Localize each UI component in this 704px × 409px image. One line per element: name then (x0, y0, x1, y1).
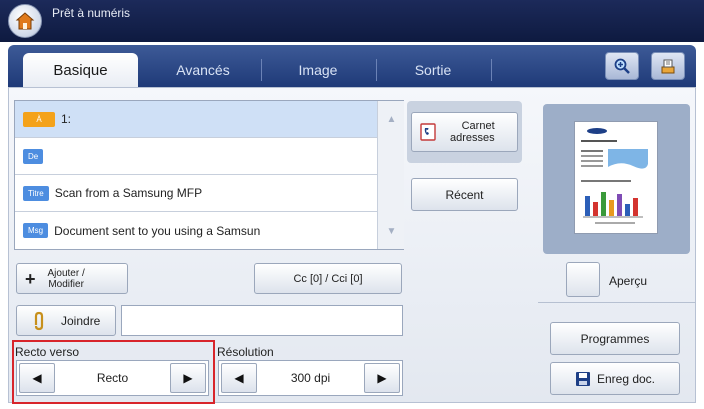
job-status-button[interactable] (651, 52, 685, 80)
plus-icon: + (25, 268, 36, 289)
arrow-left-icon: ◀ (234, 371, 244, 385)
tag-message: Msg (23, 223, 49, 238)
save-document-button[interactable]: Enreg doc. (550, 362, 680, 395)
attach-label: Joindre (61, 313, 101, 328)
recent-button[interactable]: Récent (411, 178, 518, 211)
tab-divider (491, 59, 492, 81)
preview-label: Aperçu (609, 274, 648, 288)
address-row-message[interactable]: Msg Document sent to you using a Samsun (15, 212, 377, 249)
home-button[interactable] (8, 4, 42, 38)
list-scrollbar[interactable]: ▲ ▼ (377, 101, 404, 249)
floppy-disk-icon (575, 371, 590, 386)
add-modify-button[interactable]: + Ajouter / Modifier (16, 263, 128, 294)
resolution-prev-button[interactable]: ◀ (221, 363, 257, 393)
address-book-button[interactable]: Carnet adresses (411, 112, 518, 152)
highlight-frame (12, 340, 215, 404)
tab-sortie[interactable]: Sortie (378, 53, 488, 87)
address-book-label: Carnet adresses (450, 120, 495, 144)
resolution-next-button[interactable]: ▶ (364, 363, 400, 393)
subject-value: Scan from a Samsung MFP (54, 186, 203, 200)
message-value: Document sent to you using a Samsun (54, 223, 261, 238)
cc-bcc-button[interactable]: Cc [0] / Cci [0] (254, 263, 402, 294)
paperclip-icon (34, 311, 44, 330)
programs-button[interactable]: Programmes (550, 322, 680, 355)
magnifier-plus-icon (614, 58, 630, 74)
resolution-spinner: ◀ 300 dpi ▶ (218, 360, 403, 396)
tag-from: De (23, 148, 44, 164)
tab-bar: Basique Avancés Image Sortie (8, 45, 696, 87)
add-modify-label: Ajouter / Modifier (47, 267, 85, 290)
tab-avances[interactable]: Avancés (148, 53, 258, 87)
tag-subject: Titre (23, 185, 49, 201)
attach-button[interactable]: Joindre (16, 305, 116, 336)
address-row-from[interactable]: De (15, 138, 377, 175)
address-row-subject[interactable]: Titre Scan from a Samsung MFP (15, 175, 377, 212)
stack-icon (661, 59, 675, 74)
resolution-label: Résolution (217, 345, 274, 359)
address-book-icon (420, 123, 436, 141)
arrow-right-icon: ▶ (377, 371, 387, 385)
save-document-label: Enreg doc. (596, 371, 656, 386)
address-value: 1: (61, 112, 72, 126)
divider (538, 302, 696, 303)
document-thumbnail-image (581, 128, 648, 224)
home-icon (15, 12, 35, 30)
preview-toggle-button[interactable] (566, 262, 600, 297)
scroll-up-icon[interactable]: ▲ (385, 113, 398, 126)
tab-basique[interactable]: Basique (23, 53, 138, 87)
page-title: Prêt à numéris (52, 6, 131, 20)
tab-image[interactable]: Image (263, 53, 373, 87)
title-bar: Prêt à numéris (0, 0, 704, 42)
scroll-down-icon[interactable]: ▼ (385, 225, 398, 238)
document-thumbnail (574, 121, 658, 234)
tag-to: À (23, 111, 55, 127)
address-row-to[interactable]: À 1: (15, 101, 377, 138)
zoom-button[interactable] (605, 52, 639, 80)
attachment-field[interactable] (121, 305, 403, 336)
tab-divider (376, 59, 377, 81)
tab-divider (261, 59, 262, 81)
address-list: À 1: De Titre Scan from a Samsung MFP Ms… (14, 100, 404, 250)
resolution-value: 300 dpi (290, 371, 331, 385)
